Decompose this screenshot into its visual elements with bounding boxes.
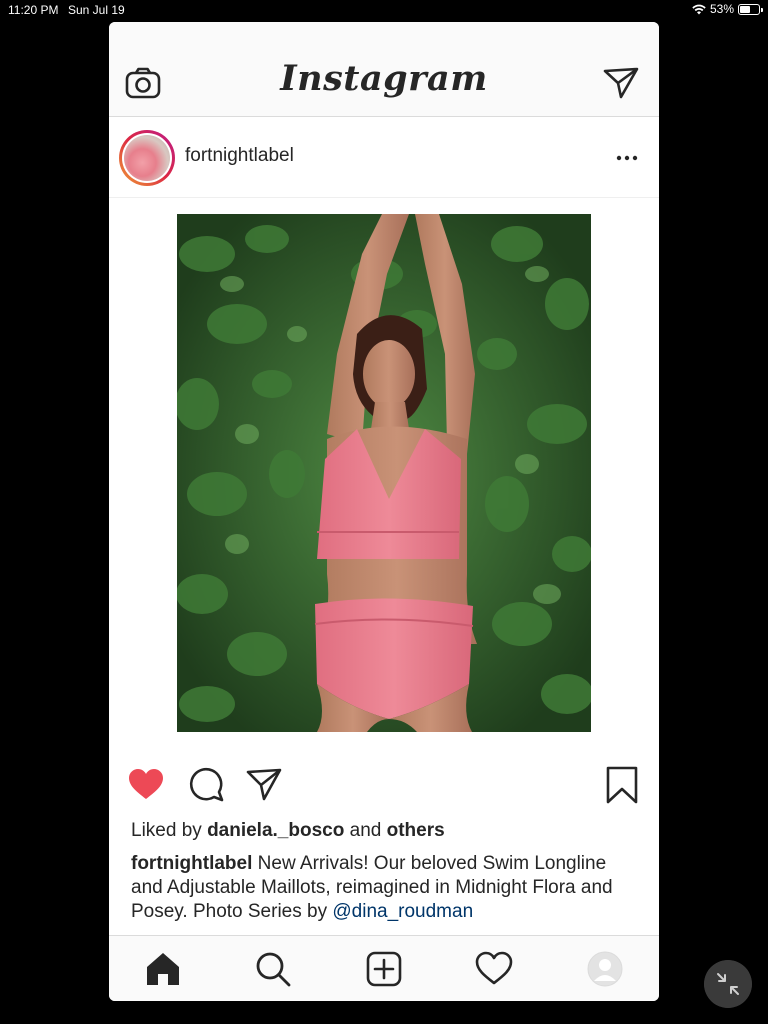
status-right: 53% [692, 2, 763, 16]
top-nav-bar: Instagram [109, 22, 659, 117]
post-actions [109, 762, 659, 806]
new-post-icon[interactable] [365, 950, 403, 988]
like-heart-icon[interactable] [127, 766, 165, 804]
caption-username[interactable]: fortnightlabel [131, 853, 252, 874]
avatar[interactable] [119, 130, 175, 186]
bottom-tab-bar [109, 935, 659, 1001]
liked-and: and [349, 820, 382, 841]
post-username[interactable]: fortnightlabel [185, 145, 294, 167]
post-caption: fortnightlabel New Arrivals! Our beloved… [131, 852, 631, 924]
status-date: Sun Jul 19 [68, 3, 125, 17]
battery-fill [740, 5, 750, 13]
caption-mention[interactable]: @dina_roudman [332, 901, 473, 922]
liked-user-link[interactable]: daniela._bosco [207, 820, 344, 841]
profile-icon[interactable] [586, 950, 624, 988]
more-options-icon[interactable] [615, 146, 639, 170]
status-time: 11:20 PM [8, 3, 59, 17]
wifi-icon [692, 4, 706, 14]
comment-icon[interactable] [187, 766, 225, 804]
battery-icon [738, 3, 763, 15]
direct-message-icon[interactable] [603, 66, 639, 100]
home-icon[interactable] [144, 950, 182, 988]
instagram-window: Instagram fortnightlabel Liked by daniel… [109, 22, 659, 1001]
bookmark-icon[interactable] [603, 766, 641, 804]
search-icon[interactable] [254, 950, 292, 988]
caption-container: fortnightlabel New Arrivals! Our beloved… [109, 852, 659, 935]
post-media [109, 199, 659, 749]
activity-icon[interactable] [475, 950, 513, 988]
liked-others-link[interactable]: others [387, 820, 445, 841]
battery-percent: 53% [709, 2, 734, 16]
post-photo[interactable] [177, 214, 591, 732]
collapse-icon[interactable] [704, 960, 752, 1008]
status-bar: 11:20 PM Sun Jul 19 53% [0, 0, 768, 20]
instagram-logo: Instagram [280, 58, 488, 99]
post-header: fortnightlabel [109, 118, 659, 198]
share-icon[interactable] [245, 766, 283, 804]
ipad-screen: 11:20 PM Sun Jul 19 53% Instagram fortni… [0, 0, 768, 1024]
likes-summary: Liked by daniela._bosco and others [131, 820, 445, 842]
liked-prefix: Liked by [131, 820, 202, 841]
